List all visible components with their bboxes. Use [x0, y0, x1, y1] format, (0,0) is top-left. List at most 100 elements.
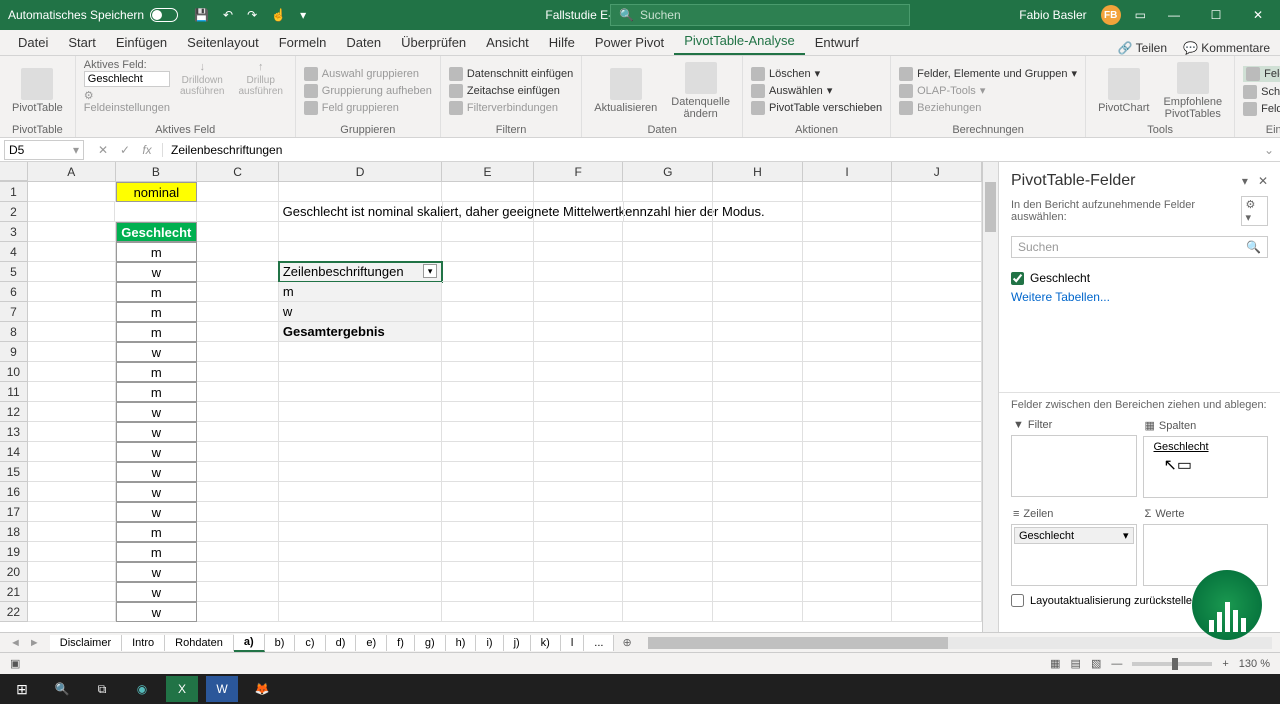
cell-E13[interactable] [442, 422, 534, 442]
ribbon-tab-überprüfen[interactable]: Überprüfen [391, 30, 476, 55]
cell-I11[interactable] [803, 382, 893, 402]
cell-B5[interactable]: w [116, 262, 198, 282]
cell-A22[interactable] [28, 602, 116, 622]
row-header-4[interactable]: 4 [0, 242, 28, 262]
cell-C20[interactable] [197, 562, 279, 582]
pivotchart-button[interactable]: PivotChart [1094, 66, 1153, 116]
ribbon-mode-icon[interactable]: ▭ [1135, 8, 1146, 22]
row-header-1[interactable]: 1 [0, 182, 28, 202]
normal-view-icon[interactable]: ▦ [1050, 657, 1060, 670]
col-header-I[interactable]: I [803, 162, 893, 181]
cell-A19[interactable] [28, 542, 116, 562]
pivot-dropdown-icon[interactable]: ▾ [423, 264, 437, 278]
cell-D5[interactable]: Zeilenbeschriftungen▾ [279, 262, 442, 282]
cell-G2[interactable] [624, 202, 714, 222]
cell-D9[interactable] [279, 342, 442, 362]
col-header-H[interactable]: H [713, 162, 803, 181]
sheet-tab-...[interactable]: ... [584, 635, 614, 651]
cell-I7[interactable] [803, 302, 893, 322]
cell-J20[interactable] [892, 562, 982, 582]
cell-A17[interactable] [28, 502, 116, 522]
cell-J7[interactable] [892, 302, 982, 322]
minimize-button[interactable]: — [1160, 8, 1188, 22]
sheet-tab-h)[interactable]: h) [446, 635, 477, 651]
cell-G22[interactable] [623, 602, 713, 622]
cell-I2[interactable] [803, 202, 893, 222]
cell-H16[interactable] [713, 482, 803, 502]
cell-C6[interactable] [197, 282, 279, 302]
cell-F6[interactable] [534, 282, 624, 302]
sheet-tab-l[interactable]: l [561, 635, 584, 651]
headers-toggle[interactable]: Feldkopfzeilen [1243, 102, 1280, 116]
cell-F12[interactable] [534, 402, 624, 422]
cell-D12[interactable] [279, 402, 442, 422]
group-selection-button[interactable]: Auswahl gruppieren [304, 67, 432, 81]
cell-F9[interactable] [534, 342, 624, 362]
cell-A2[interactable] [28, 202, 116, 222]
sheet-tab-j)[interactable]: j) [504, 635, 531, 651]
filter-conn-button[interactable]: Filterverbindungen [449, 101, 573, 115]
ribbon-tab-daten[interactable]: Daten [336, 30, 391, 55]
comments-button[interactable]: 💬 Kommentare [1183, 41, 1270, 55]
cell-G10[interactable] [623, 362, 713, 382]
cell-E9[interactable] [442, 342, 534, 362]
cell-I19[interactable] [803, 542, 893, 562]
cell-I8[interactable] [803, 322, 893, 342]
cell-D20[interactable] [279, 562, 442, 582]
cell-D14[interactable] [279, 442, 442, 462]
cell-G6[interactable] [623, 282, 713, 302]
cell-E5[interactable] [442, 262, 534, 282]
cell-B9[interactable]: w [116, 342, 198, 362]
row-header-2[interactable]: 2 [0, 202, 28, 222]
fieldlist-button[interactable]: Feldliste [1243, 66, 1280, 82]
panel-menu-icon[interactable]: ▾ [1242, 174, 1248, 188]
cell-H7[interactable] [713, 302, 803, 322]
cell-B10[interactable]: m [116, 362, 198, 382]
cell-G5[interactable] [623, 262, 713, 282]
field-search[interactable]: Suchen🔍 [1011, 236, 1268, 258]
col-header-B[interactable]: B [116, 162, 198, 181]
cell-J10[interactable] [892, 362, 982, 382]
cell-H18[interactable] [713, 522, 803, 542]
cell-I14[interactable] [803, 442, 893, 462]
cell-B1[interactable]: nominal [116, 182, 198, 202]
recommended-pt-button[interactable]: Empfohlene PivotTables [1159, 60, 1226, 122]
cell-G15[interactable] [623, 462, 713, 482]
cell-C15[interactable] [197, 462, 279, 482]
col-header-G[interactable]: G [623, 162, 713, 181]
cell-E20[interactable] [442, 562, 534, 582]
cell-F19[interactable] [534, 542, 624, 562]
cell-D22[interactable] [279, 602, 442, 622]
cell-C19[interactable] [197, 542, 279, 562]
cell-A15[interactable] [28, 462, 116, 482]
cell-G11[interactable] [623, 382, 713, 402]
vertical-scrollbar[interactable] [982, 162, 998, 632]
ungroup-button[interactable]: Gruppierung aufheben [304, 84, 432, 98]
sheet-tab-f)[interactable]: f) [387, 635, 415, 651]
cell-B7[interactable]: m [116, 302, 198, 322]
cell-D2[interactable]: Geschlecht ist nominal skaliert, daher g… [279, 202, 443, 222]
cell-A8[interactable] [28, 322, 116, 342]
cell-H2[interactable] [713, 202, 803, 222]
row-header-19[interactable]: 19 [0, 542, 28, 562]
user-name[interactable]: Fabio Basler [1019, 8, 1086, 22]
cell-H15[interactable] [713, 462, 803, 482]
panel-close-icon[interactable]: ✕ [1258, 174, 1268, 188]
cell-E18[interactable] [442, 522, 534, 542]
cell-C12[interactable] [197, 402, 279, 422]
relations-button[interactable]: Beziehungen [899, 101, 1077, 115]
cell-F1[interactable] [534, 182, 624, 202]
cell-H5[interactable] [713, 262, 803, 282]
cell-E22[interactable] [442, 602, 534, 622]
drillup-button[interactable]: ↑Drillup ausführen [234, 59, 286, 114]
columns-area[interactable]: Geschlecht ↖▭ [1143, 436, 1269, 498]
cell-F22[interactable] [534, 602, 624, 622]
move-pt-button[interactable]: PivotTable verschieben [751, 101, 882, 115]
cell-I5[interactable] [803, 262, 893, 282]
col-header-D[interactable]: D [279, 162, 442, 181]
cell-I9[interactable] [803, 342, 893, 362]
cell-E1[interactable] [442, 182, 534, 202]
cell-G3[interactable] [623, 222, 713, 242]
zoom-slider[interactable] [1132, 662, 1212, 666]
active-field-input[interactable] [84, 71, 170, 87]
